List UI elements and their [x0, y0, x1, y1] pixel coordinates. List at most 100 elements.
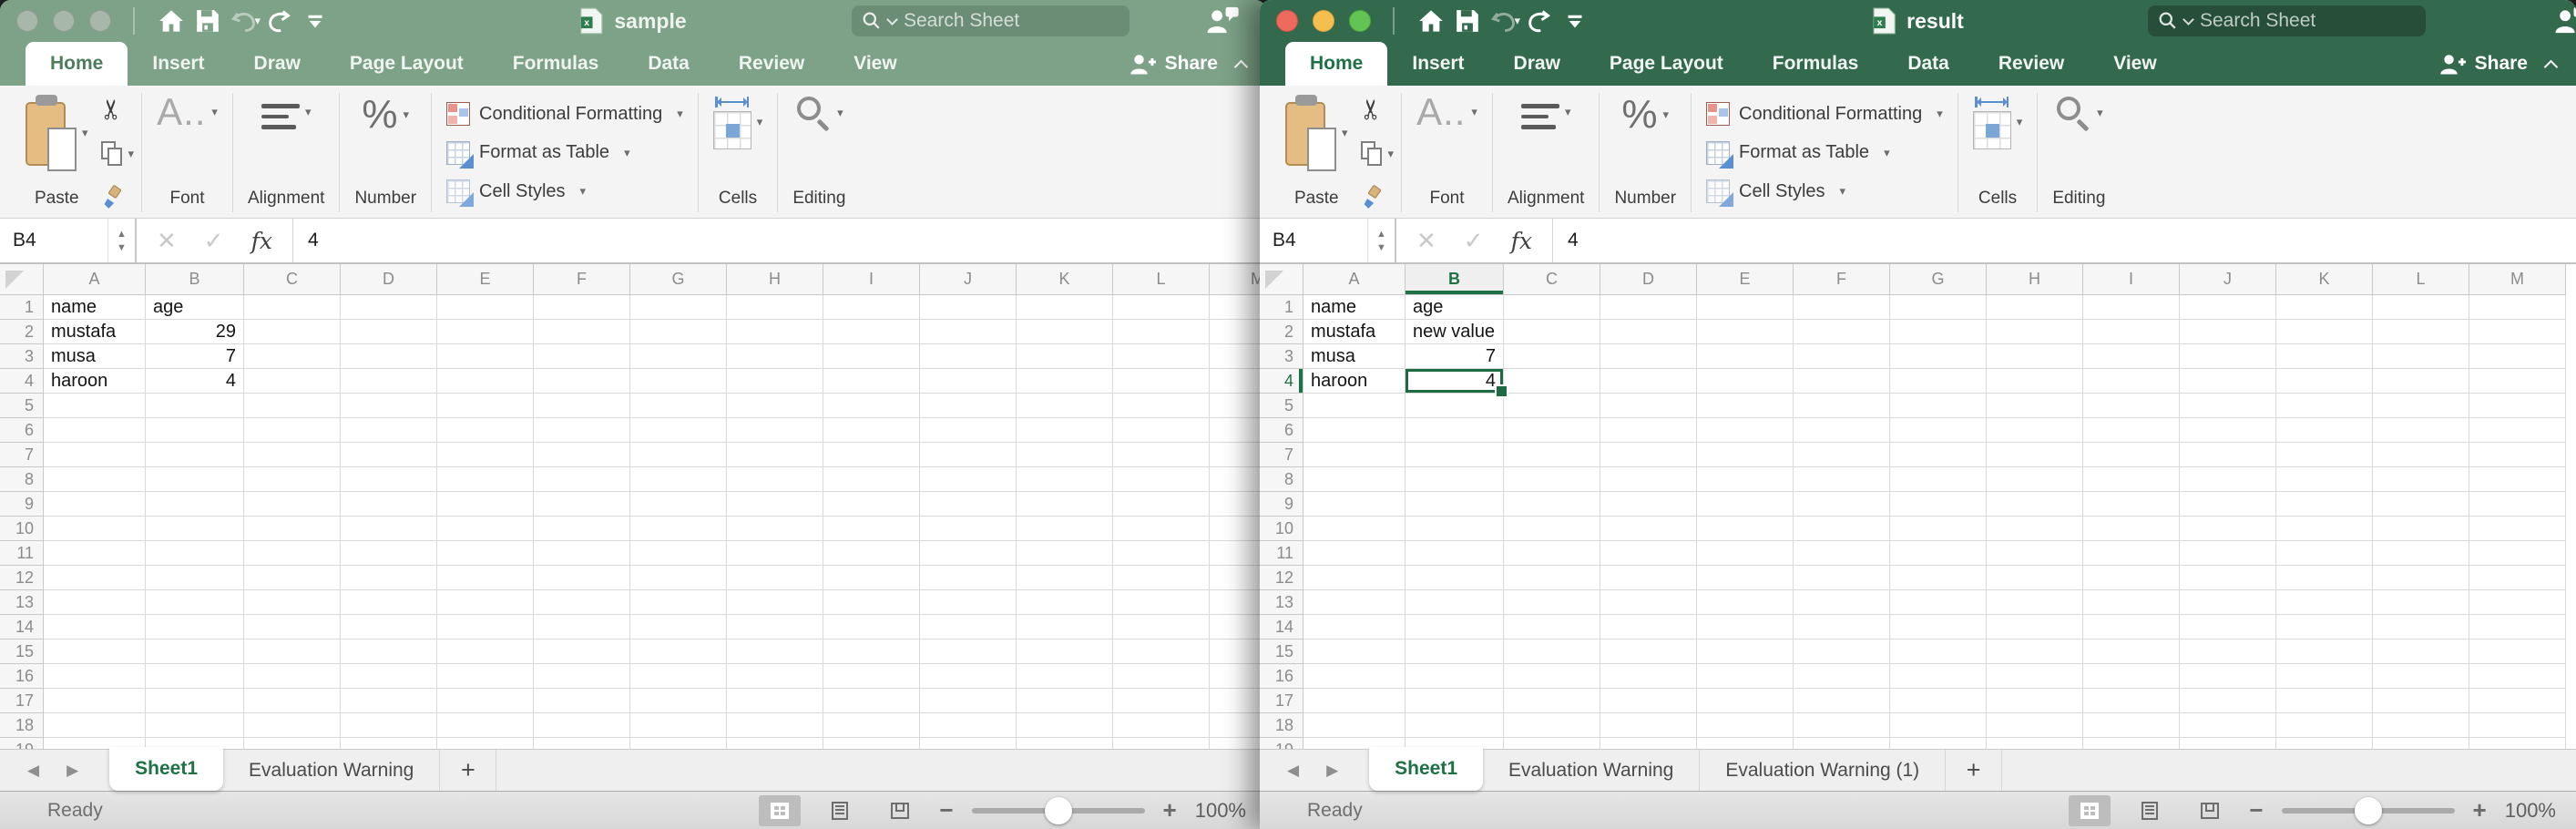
cell-a17[interactable]: [1303, 689, 1406, 713]
cell-f6[interactable]: [534, 418, 630, 443]
cell-styles-dropdown-icon[interactable]: ▾: [1840, 184, 1846, 199]
cell-m15[interactable]: [1210, 640, 1266, 664]
cancel-icon[interactable]: ✕: [1416, 227, 1436, 255]
cell-a15[interactable]: [44, 640, 146, 664]
cell-m17[interactable]: [2469, 689, 2566, 713]
cell-i8[interactable]: [2083, 467, 2180, 492]
format-painter-icon[interactable]: [1361, 186, 1385, 210]
cell-k18[interactable]: [2276, 713, 2373, 738]
row-header-1[interactable]: 1: [0, 295, 44, 320]
close-button[interactable]: [1276, 10, 1298, 32]
cell-k12[interactable]: [1017, 566, 1113, 590]
cell-a7[interactable]: [44, 443, 146, 467]
cell-f2[interactable]: [1794, 320, 1890, 344]
conditional-formatting-button[interactable]: Conditional Formatting ▾: [1706, 97, 1943, 131]
cell-h15[interactable]: [727, 640, 823, 664]
cell-c3[interactable]: [244, 344, 341, 369]
cell-l17[interactable]: [2373, 689, 2469, 713]
cell-h9[interactable]: [727, 492, 823, 517]
cell-b9[interactable]: [146, 492, 244, 517]
cell-d8[interactable]: [341, 467, 437, 492]
cell-e2[interactable]: [437, 320, 534, 344]
cell-d13[interactable]: [341, 590, 437, 615]
cell-h14[interactable]: [1987, 615, 2083, 640]
cell-k6[interactable]: [1017, 418, 1113, 443]
fullscreen-button[interactable]: [89, 10, 111, 32]
cell-d2[interactable]: [1600, 320, 1697, 344]
cell-f8[interactable]: [534, 467, 630, 492]
row-header-9[interactable]: 9: [0, 492, 44, 517]
ribbon-tab-page-layout[interactable]: Page Layout: [1585, 42, 1748, 86]
cell-j18[interactable]: [2180, 713, 2276, 738]
cell-a4[interactable]: haroon: [1303, 369, 1406, 394]
cell-j15[interactable]: [2180, 640, 2276, 664]
cell-b5[interactable]: [1406, 394, 1504, 418]
cell-j4[interactable]: [920, 369, 1017, 394]
cell-j16[interactable]: [920, 664, 1017, 689]
row-header-12[interactable]: 12: [1260, 566, 1303, 590]
number-group[interactable]: %▾ Number: [342, 91, 429, 214]
cell-g9[interactable]: [630, 492, 727, 517]
cell-b3[interactable]: 7: [146, 344, 244, 369]
cell-g5[interactable]: [1890, 394, 1987, 418]
cell-k9[interactable]: [1017, 492, 1113, 517]
cell-l16[interactable]: [1113, 664, 1210, 689]
row-header-19[interactable]: 19: [0, 738, 44, 749]
cell-m10[interactable]: [1210, 517, 1266, 541]
column-header-b[interactable]: B: [1406, 264, 1504, 295]
number-group[interactable]: %▾ Number: [1601, 91, 1689, 214]
cell-f6[interactable]: [1794, 418, 1890, 443]
cell-e18[interactable]: [1697, 713, 1794, 738]
cell-j10[interactable]: [920, 517, 1017, 541]
cell-k7[interactable]: [1017, 443, 1113, 467]
cell-f14[interactable]: [534, 615, 630, 640]
editing-group[interactable]: ▾ Editing: [2039, 91, 2118, 214]
cell-e7[interactable]: [437, 443, 534, 467]
cell-d3[interactable]: [341, 344, 437, 369]
copy-dropdown-icon[interactable]: ▾: [1388, 147, 1395, 161]
column-header-a[interactable]: A: [44, 264, 146, 295]
cell-j15[interactable]: [920, 640, 1017, 664]
cell-m5[interactable]: [1210, 394, 1266, 418]
cell-h4[interactable]: [727, 369, 823, 394]
cell-l10[interactable]: [1113, 517, 1210, 541]
cell-i9[interactable]: [823, 492, 920, 517]
cell-d16[interactable]: [1600, 664, 1697, 689]
sheet-nav-left-icon[interactable]: ◀: [27, 762, 39, 780]
cell-f16[interactable]: [1794, 664, 1890, 689]
cell-f18[interactable]: [1794, 713, 1890, 738]
ribbon-tab-view[interactable]: View: [829, 42, 921, 86]
cell-l5[interactable]: [1113, 394, 1210, 418]
sheet-tab-sheet1[interactable]: Sheet1: [109, 747, 223, 791]
cell-a14[interactable]: [1303, 615, 1406, 640]
share-button[interactable]: Share: [2438, 42, 2556, 86]
cell-f3[interactable]: [534, 344, 630, 369]
cell-i5[interactable]: [823, 394, 920, 418]
row-header-6[interactable]: 6: [0, 418, 44, 443]
row-header-4[interactable]: 4: [1260, 369, 1303, 394]
column-header-j[interactable]: J: [920, 264, 1017, 295]
cell-d19[interactable]: [341, 738, 437, 749]
cell-g19[interactable]: [1890, 738, 1987, 749]
cell-d2[interactable]: [341, 320, 437, 344]
cell-m8[interactable]: [2469, 467, 2566, 492]
cell-m1[interactable]: [1210, 295, 1266, 320]
cell-a11[interactable]: [1303, 541, 1406, 566]
cell-g11[interactable]: [630, 541, 727, 566]
cell-c11[interactable]: [1504, 541, 1600, 566]
cell-h15[interactable]: [1987, 640, 2083, 664]
cell-d16[interactable]: [341, 664, 437, 689]
cell-g1[interactable]: [1890, 295, 1987, 320]
cell-m17[interactable]: [1210, 689, 1266, 713]
cell-j4[interactable]: [2180, 369, 2276, 394]
cell-i2[interactable]: [2083, 320, 2180, 344]
cell-i19[interactable]: [2083, 738, 2180, 749]
cell-f4[interactable]: [1794, 369, 1890, 394]
home-icon[interactable]: [1413, 5, 1449, 37]
cell-g12[interactable]: [630, 566, 727, 590]
cells-dropdown-icon[interactable]: ▾: [2017, 115, 2023, 129]
column-header-b[interactable]: B: [146, 264, 244, 295]
sheet-nav-left-icon[interactable]: ◀: [1287, 762, 1299, 780]
cell-d18[interactable]: [1600, 713, 1697, 738]
cell-b9[interactable]: [1406, 492, 1504, 517]
